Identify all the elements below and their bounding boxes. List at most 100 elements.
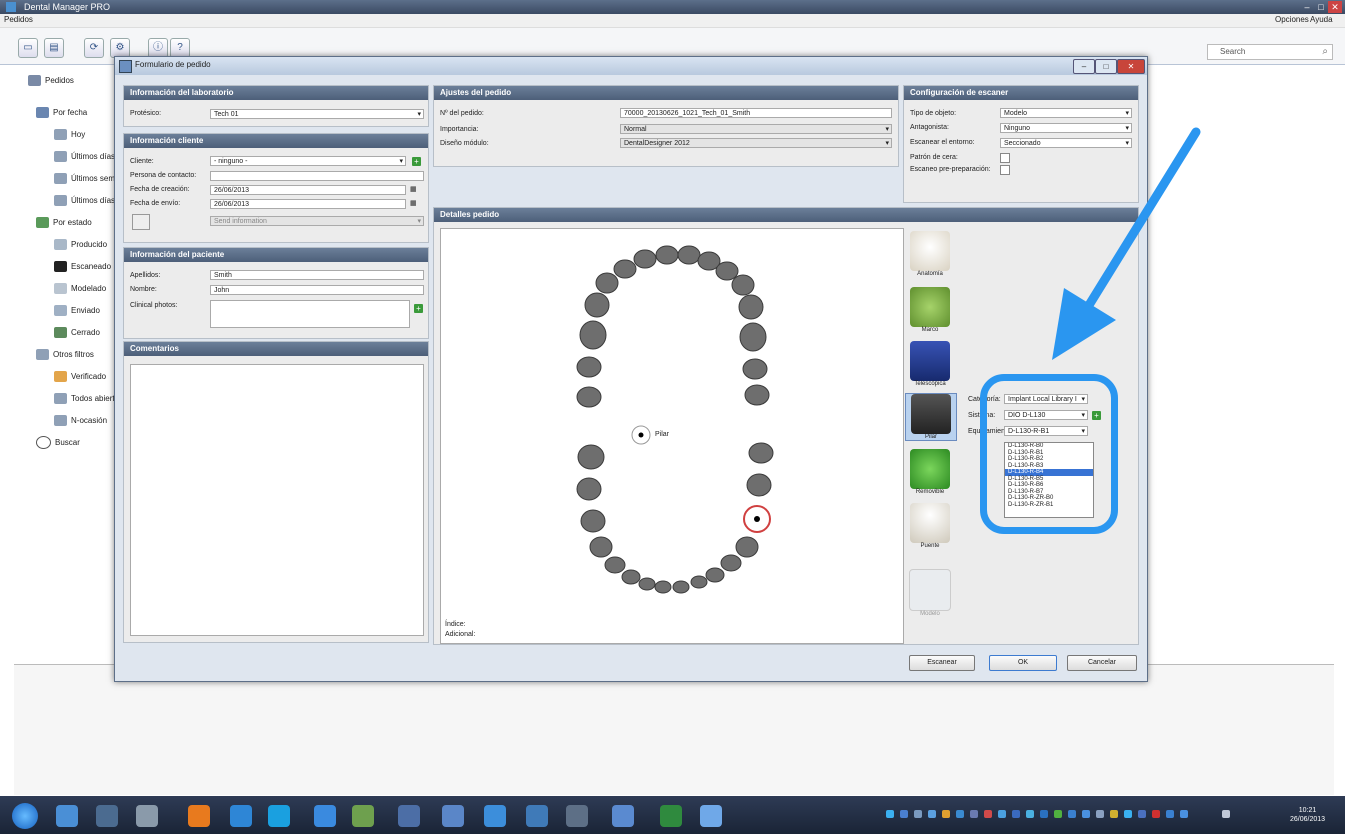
dialog-maximize-icon[interactable]: □ bbox=[1095, 59, 1117, 74]
tooth[interactable] bbox=[715, 261, 739, 281]
tooth[interactable] bbox=[738, 294, 764, 320]
upper-arch[interactable] bbox=[576, 245, 770, 408]
lower-arch[interactable] bbox=[576, 442, 774, 594]
tooth[interactable] bbox=[580, 509, 606, 533]
tray-icon[interactable] bbox=[886, 810, 894, 818]
tree-item-cerrado[interactable]: Cerrado bbox=[54, 326, 100, 340]
tooth[interactable] bbox=[576, 477, 602, 501]
tray-icon[interactable] bbox=[942, 810, 950, 818]
tooth-chart[interactable]: Pilar Índice: Adicional: bbox=[440, 228, 904, 644]
dialog-close-icon[interactable]: ✕ bbox=[1117, 59, 1145, 74]
tree-item-por-fecha[interactable]: Por fecha bbox=[36, 106, 87, 120]
tree-item-otros-filtros[interactable]: Otros filtros bbox=[36, 348, 94, 362]
tooth[interactable] bbox=[654, 580, 672, 594]
taskbar-app-icon[interactable] bbox=[268, 805, 290, 827]
start-button[interactable] bbox=[12, 803, 38, 829]
diseno-select[interactable]: DentalDesigner 2012 bbox=[620, 138, 892, 148]
new-order-button[interactable]: ▭ bbox=[18, 38, 38, 58]
numero-field[interactable]: 70000_20130626_1021_Tech_01_Smith bbox=[620, 108, 892, 118]
tree-item-enviado[interactable]: Enviado bbox=[54, 304, 100, 318]
tree-item-n-ocasion[interactable]: N-ocasión bbox=[54, 414, 107, 428]
tree-item-buscar[interactable]: Buscar bbox=[36, 436, 80, 450]
tray-icon[interactable] bbox=[970, 810, 978, 818]
tree-item-modelado[interactable]: Modelado bbox=[54, 282, 106, 296]
tree-item-producido[interactable]: Producido bbox=[54, 238, 107, 252]
nombre-field[interactable]: John bbox=[210, 285, 424, 295]
tooth[interactable] bbox=[705, 567, 725, 583]
tipo-select[interactable]: Modelo bbox=[1000, 108, 1132, 118]
tooth[interactable] bbox=[577, 444, 605, 470]
tree-item-por-estado[interactable]: Por estado bbox=[36, 216, 92, 230]
tooth[interactable] bbox=[613, 259, 637, 279]
tooth[interactable] bbox=[604, 556, 626, 574]
photos-field[interactable] bbox=[210, 300, 410, 328]
tooth[interactable] bbox=[735, 536, 759, 558]
taskbar-app-icon[interactable] bbox=[484, 805, 506, 827]
close-icon[interactable]: ✕ bbox=[1328, 1, 1342, 13]
taskbar-app-icon[interactable] bbox=[230, 805, 252, 827]
tray-icon[interactable] bbox=[1180, 810, 1188, 818]
tray-icon[interactable] bbox=[956, 810, 964, 818]
tooth[interactable] bbox=[633, 249, 657, 269]
tooth[interactable] bbox=[589, 536, 613, 558]
tray-icon[interactable] bbox=[1040, 810, 1048, 818]
tooth-chart-svg[interactable] bbox=[441, 229, 903, 643]
calendar-icon[interactable]: ▦ bbox=[410, 199, 417, 207]
tray-icon[interactable] bbox=[900, 810, 908, 818]
cliente-select[interactable]: - ninguno - bbox=[210, 156, 406, 166]
maximize-icon[interactable]: □ bbox=[1314, 1, 1328, 13]
search-input[interactable]: Search bbox=[1220, 45, 1245, 59]
creacion-date-field[interactable]: 26/06/2013 bbox=[210, 185, 406, 195]
taskbar-app-icon[interactable] bbox=[612, 805, 634, 827]
tool-telescopica[interactable]: Telescópica bbox=[905, 341, 955, 387]
tree-item-verificado[interactable]: Verificado bbox=[54, 370, 106, 384]
tray-icon[interactable] bbox=[1012, 810, 1020, 818]
protesico-select[interactable]: Tech 01 bbox=[210, 109, 424, 119]
menu-pedidos[interactable]: Pedidos bbox=[4, 15, 33, 24]
tooth[interactable] bbox=[584, 292, 610, 318]
tray-icon[interactable] bbox=[1110, 810, 1118, 818]
taskbar-app-icon[interactable] bbox=[398, 805, 420, 827]
tree-item-ultimos-dias-2[interactable]: Últimos días bbox=[54, 194, 115, 208]
cera-checkbox[interactable] bbox=[1000, 153, 1010, 163]
tray-icon[interactable] bbox=[998, 810, 1006, 818]
open-order-button[interactable]: ▤ bbox=[44, 38, 64, 58]
tooth[interactable] bbox=[748, 442, 774, 464]
tray-icon[interactable] bbox=[984, 810, 992, 818]
tree-item-ultimos-dias[interactable]: Últimos días bbox=[54, 150, 115, 164]
importancia-select[interactable]: Normal bbox=[620, 124, 892, 134]
taskbar-app-icon[interactable] bbox=[660, 805, 682, 827]
tray-icon[interactable] bbox=[928, 810, 936, 818]
add-photo-icon[interactable]: + bbox=[414, 304, 423, 313]
taskbar-clock[interactable]: 10:21 26/06/2013 bbox=[1290, 806, 1325, 824]
info-button[interactable]: ⓘ bbox=[148, 38, 168, 58]
tooth[interactable] bbox=[595, 272, 619, 294]
apellidos-field[interactable]: Smith bbox=[210, 270, 424, 280]
taskbar-app-icon[interactable] bbox=[188, 805, 210, 827]
tray-icon[interactable] bbox=[1096, 810, 1104, 818]
tooth[interactable] bbox=[576, 356, 602, 378]
settings-button[interactable]: ⚙ bbox=[110, 38, 130, 58]
contacto-field[interactable] bbox=[210, 171, 424, 181]
tooth[interactable] bbox=[677, 245, 701, 265]
taskbar-app-icon[interactable] bbox=[352, 805, 374, 827]
send-information-select[interactable]: Send information bbox=[210, 216, 424, 226]
taskbar-app-icon[interactable] bbox=[314, 805, 336, 827]
tray-icon[interactable] bbox=[1068, 810, 1076, 818]
tray-icon[interactable] bbox=[1152, 810, 1160, 818]
tooth[interactable] bbox=[739, 322, 767, 352]
search-field[interactable]: Search ⌕ bbox=[1207, 44, 1333, 60]
tool-pilar[interactable]: Pilar bbox=[905, 393, 957, 441]
tooth[interactable] bbox=[731, 274, 755, 296]
tree-item-escaneado[interactable]: Escaneado bbox=[54, 260, 111, 274]
tooth[interactable] bbox=[720, 554, 742, 572]
tree-item-hoy[interactable]: Hoy bbox=[54, 128, 85, 142]
tree-item-ultimos-sem[interactable]: Últimos sem bbox=[54, 172, 115, 186]
search-icon[interactable]: ⌕ bbox=[1322, 45, 1328, 59]
taskbar-app-icon[interactable] bbox=[56, 805, 78, 827]
tree-item-pedidos[interactable]: Pedidos bbox=[28, 74, 74, 88]
cancelar-button[interactable]: Cancelar bbox=[1067, 655, 1137, 671]
tooth[interactable] bbox=[638, 577, 656, 591]
send-icon[interactable] bbox=[132, 214, 150, 230]
tooth[interactable] bbox=[621, 569, 641, 585]
